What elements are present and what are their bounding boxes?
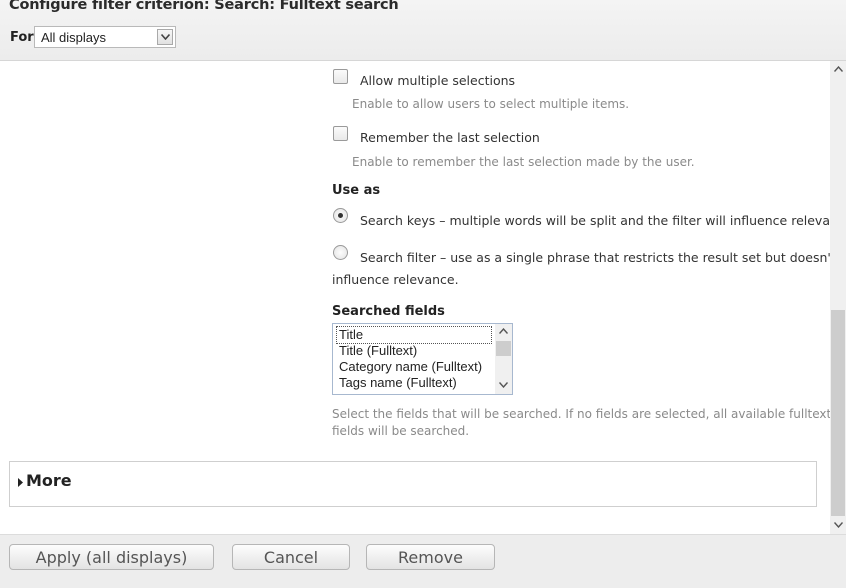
scroll-down-arrow-icon[interactable] [834,522,843,528]
remember-last-description: Enable to remember the last selection ma… [352,155,695,169]
list-item[interactable]: Title [336,326,492,344]
dialog-title: Configure filter criterion: Search: Full… [9,0,399,13]
display-select-value: All displays [41,30,107,45]
searched-fields-description: Select the fields that will be searched.… [332,407,830,421]
use-as-search-filter-label-cont: influence relevance. [332,272,459,287]
use-as-search-filter-radio[interactable] [333,245,348,260]
more-fieldset[interactable]: More [9,461,817,507]
caret-right-icon [18,478,23,487]
dialog-header: Configure filter criterion: Search: Full… [0,0,846,61]
dialog-footer: Apply (all displays) Cancel Remove [0,534,846,588]
scroll-up-arrow-icon[interactable] [834,66,843,72]
searched-fields-listbox[interactable]: Title Title (Fulltext) Category name (Fu… [332,323,513,395]
content-scrollbar[interactable] [830,61,846,534]
searched-fields-heading: Searched fields [332,304,445,319]
dialog-content: Allow multiple selections Enable to allo… [0,61,830,534]
remember-last-label: Remember the last selection [360,130,540,145]
content-scroll-thumb[interactable] [831,310,845,516]
remember-last-checkbox[interactable] [333,126,348,141]
more-label[interactable]: More [26,471,72,490]
list-item[interactable]: Tags name (Fulltext) [339,375,457,391]
searched-fields-description-cont: fields will be searched. [332,424,470,438]
scroll-up-arrow-icon[interactable] [499,328,508,334]
for-label: For [10,30,34,45]
allow-multiple-description: Enable to allow users to select multiple… [352,97,630,111]
apply-button[interactable]: Apply (all displays) [9,544,214,570]
use-as-heading: Use as [332,183,381,198]
use-as-search-keys-radio[interactable] [333,208,348,223]
list-item[interactable]: Title (Fulltext) [339,343,417,359]
use-as-search-keys-label: Search keys – multiple words will be spl… [360,213,830,228]
chevron-down-icon[interactable] [157,29,173,45]
list-item[interactable]: Category name (Fulltext) [339,359,482,375]
display-select[interactable]: All displays [34,26,176,48]
allow-multiple-label: Allow multiple selections [360,73,516,88]
cancel-button[interactable]: Cancel [232,544,350,570]
remove-button[interactable]: Remove [366,544,495,570]
listbox-scroll-thumb[interactable] [496,341,511,356]
allow-multiple-checkbox[interactable] [333,69,348,84]
use-as-search-filter-label: Search filter – use as a single phrase t… [360,250,830,265]
listbox-scrollbar[interactable] [495,324,512,394]
scroll-down-arrow-icon[interactable] [499,382,508,388]
